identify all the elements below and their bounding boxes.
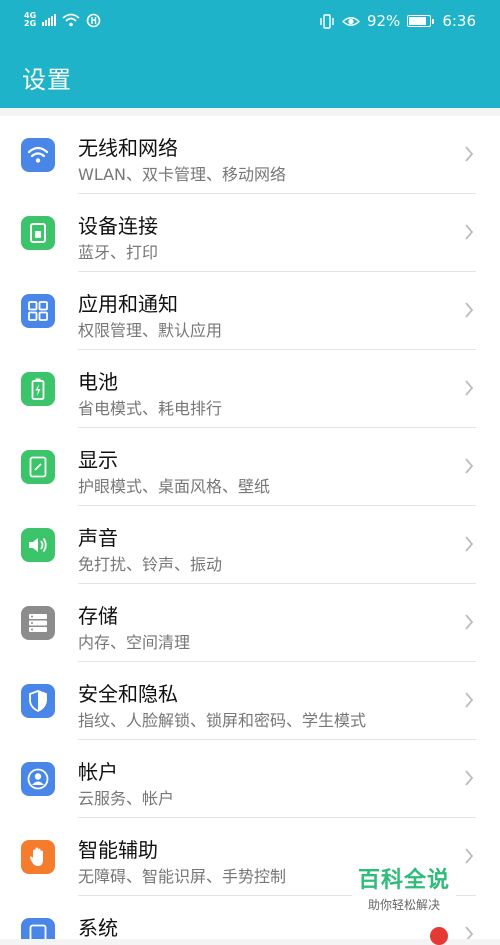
chevron-right-icon	[464, 378, 474, 398]
status-right: 92% 6:36	[319, 12, 476, 30]
settings-item-subtitle: 省电模式、耗电排行	[78, 399, 223, 418]
battery-percent: 92%	[366, 12, 401, 30]
settings-item-title: 存储	[78, 604, 118, 628]
settings-item-title: 显示	[78, 448, 118, 472]
settings-item-title: 无线和网络	[78, 136, 178, 160]
watermark-title: 百科全说	[357, 868, 450, 893]
chevron-right-icon	[464, 144, 474, 164]
storage-icon	[21, 606, 55, 640]
status-left: 4G 2G	[24, 12, 101, 28]
settings-list: 无线和网络 WLAN、双卡管理、移动网络设备连接蓝牙、打印应用和通知权限管理、默认…	[0, 116, 500, 939]
battery-status-icon	[407, 15, 435, 27]
watermark-subtitle: 助你轻松解决	[367, 898, 440, 912]
battery-icon	[21, 372, 55, 406]
settings-item-subtitle: 护眼模式、桌面风格、壁纸	[78, 477, 271, 496]
settings-item-title: 声音	[78, 526, 118, 550]
hand-icon	[21, 840, 55, 874]
settings-item-title: 应用和通知	[78, 292, 178, 316]
apps-grid-icon	[21, 294, 55, 328]
chevron-right-icon	[464, 300, 474, 320]
settings-item-battery[interactable]: 电池省电模式、耗电排行	[0, 350, 500, 428]
app-header: 4G 2G 92% 6:36 设置	[0, 0, 500, 108]
chevron-right-icon	[464, 846, 474, 866]
data-saver-icon	[86, 13, 101, 27]
settings-item-sound[interactable]: 声音免打扰、铃声、振动	[0, 506, 500, 584]
settings-item-subtitle: 权限管理、默认应用	[78, 321, 223, 340]
settings-item-subtitle: WLAN、双卡管理、移动网络	[78, 165, 287, 184]
settings-item-subtitle: 蓝牙、打印	[78, 243, 159, 262]
settings-item-title: 电池	[78, 370, 118, 394]
settings-item-title: 系统	[78, 916, 118, 939]
settings-item-subtitle: 云服务、帐户	[78, 789, 175, 808]
chevron-right-icon	[464, 924, 474, 939]
chevron-right-icon	[464, 534, 474, 554]
wifi-status-icon	[62, 13, 80, 27]
settings-item-subtitle: 无障碍、智能识屏、手势控制	[78, 867, 287, 886]
settings-item-storage[interactable]: 存储 内存、空间清理	[0, 584, 500, 662]
settings-item-title: 帐户	[78, 760, 118, 784]
watermark: 百科全说 助你轻松解决	[352, 862, 456, 913]
settings-item-display[interactable]: 显示护眼模式、桌面风格、壁纸	[0, 428, 500, 506]
settings-item-subtitle: 内存、空间清理	[78, 633, 191, 652]
battery-fill	[409, 17, 426, 25]
shield-icon	[21, 684, 55, 718]
settings-item-title: 设备连接	[78, 214, 158, 238]
settings-item-account[interactable]: 帐户 云服务、帐户	[0, 740, 500, 818]
signal-icon	[42, 14, 57, 26]
network-type-bottom: 2G	[24, 19, 37, 28]
settings-item-subtitle: 免打扰、铃声、振动	[78, 555, 223, 574]
wifi-icon	[21, 138, 55, 172]
page-title: 设置	[22, 66, 72, 94]
settings-item-device-connect[interactable]: 设备连接 蓝牙、打印	[0, 194, 500, 272]
display-icon	[21, 450, 55, 484]
eye-comfort-icon	[341, 16, 360, 26]
vibrate-icon	[320, 13, 334, 29]
clock: 6:36	[442, 12, 476, 30]
settings-item-security[interactable]: 安全和隐私指纹、人脸解锁、锁屏和密码、学生模式	[0, 662, 500, 740]
chevron-right-icon	[464, 456, 474, 476]
network-type: 4G 2G	[24, 12, 36, 28]
chevron-right-icon	[464, 690, 474, 710]
system-icon	[21, 918, 55, 939]
chevron-right-icon	[464, 612, 474, 632]
settings-item-apps[interactable]: 应用和通知权限管理、默认应用	[0, 272, 500, 350]
settings-item-title: 安全和隐私	[78, 682, 178, 706]
chevron-right-icon	[464, 768, 474, 788]
settings-item-wireless[interactable]: 无线和网络 WLAN、双卡管理、移动网络	[0, 116, 500, 194]
device-connect-icon	[21, 216, 55, 250]
speaker-icon	[21, 528, 55, 562]
settings-item-title: 智能辅助	[78, 838, 158, 862]
status-bar: 4G 2G 92% 6:36	[0, 0, 500, 42]
user-icon	[21, 762, 55, 796]
chevron-right-icon	[464, 222, 474, 242]
settings-item-subtitle: 指纹、人脸解锁、锁屏和密码、学生模式	[78, 711, 367, 730]
floating-badge[interactable]	[430, 927, 448, 945]
